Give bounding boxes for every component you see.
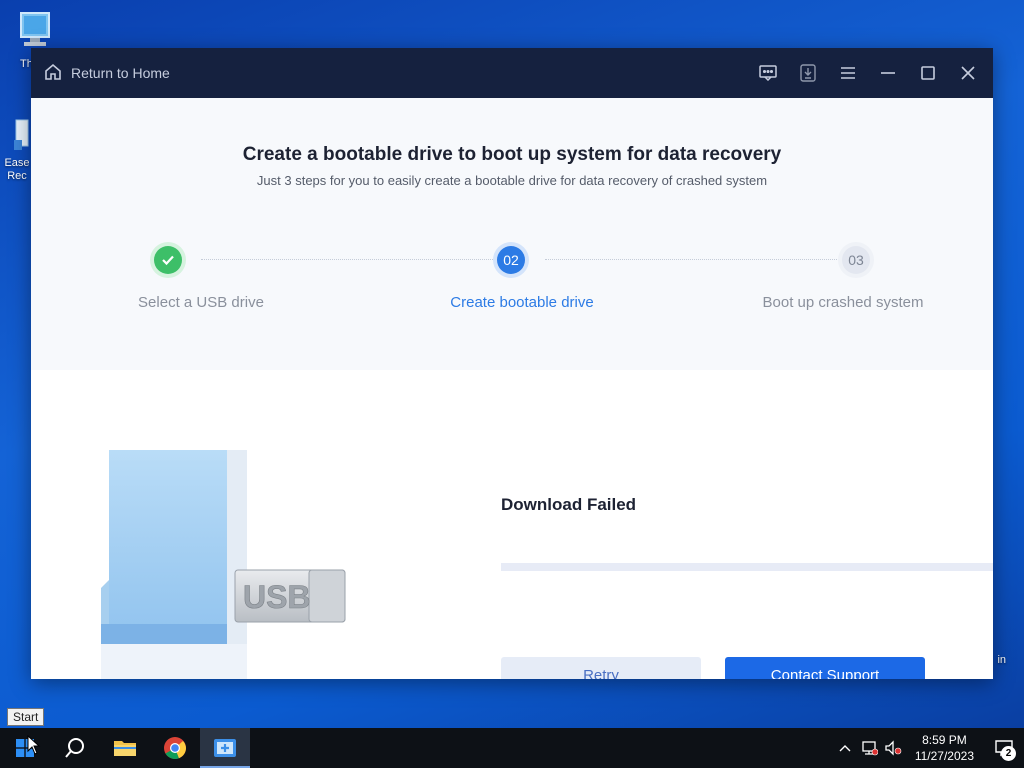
desktop-edge-text: in [997, 654, 1006, 666]
clock-date: 11/27/2023 [914, 749, 974, 763]
search-icon [65, 738, 84, 758]
clock[interactable]: 8:59 PM 11/27/2023 [905, 732, 984, 764]
retry-button[interactable]: Retry [501, 657, 701, 679]
download-progress-bar [501, 563, 993, 571]
download-status-title: Download Failed [501, 495, 637, 514]
return-home-label: Return to Home [71, 65, 170, 81]
minimize-icon[interactable] [879, 64, 897, 82]
wizard-header: Create a bootable drive to boot up syste… [31, 98, 993, 370]
step-2-label: Create bootable drive [450, 294, 594, 311]
step-1-label: Select a USB drive [138, 294, 264, 311]
page-subtitle: Just 3 steps for you to easily create a … [256, 173, 768, 188]
action-center-button[interactable]: 2 [984, 728, 1024, 768]
start-tooltip: Start [7, 708, 45, 726]
chrome-button[interactable] [150, 728, 200, 768]
step-connector [201, 259, 511, 260]
chevron-up-icon[interactable] [835, 728, 855, 768]
system-tray: 8:59 PM 11/27/2023 2 [833, 728, 1024, 768]
page-title: Create a bootable drive to boot up syste… [242, 144, 782, 165]
file-explorer-button[interactable] [100, 728, 150, 768]
volume-muted-icon[interactable] [883, 728, 903, 768]
feedback-icon[interactable] [759, 64, 777, 82]
step-connector [545, 259, 841, 260]
step-1-done-check-icon [154, 246, 182, 274]
app-window: Return to Home Create a bootable drive t… [31, 48, 993, 679]
step-2-number: 02 [497, 246, 525, 274]
folder-icon [114, 741, 136, 756]
maximize-icon[interactable] [919, 64, 937, 82]
download-icon[interactable] [799, 64, 817, 82]
easeus-taskbar-button[interactable] [200, 728, 250, 768]
usb-drive-illustration: USB [101, 450, 346, 679]
chrome-icon [164, 737, 186, 759]
computer-icon [10, 10, 60, 53]
notification-count-badge: 2 [1001, 746, 1016, 761]
return-home-link[interactable]: Return to Home [43, 62, 170, 85]
content-panel: USB Download Failed Retry Contact Suppor… [31, 370, 993, 679]
title-bar: Return to Home [31, 48, 993, 98]
menu-icon[interactable] [839, 64, 857, 82]
network-icon[interactable] [859, 728, 879, 768]
step-indicator: Select a USB drive 02 Create bootable dr… [31, 246, 993, 326]
desktop-icon-label: Ease Rec [4, 157, 30, 182]
home-icon [43, 62, 63, 85]
taskbar: 8:59 PM 11/27/2023 2 [0, 728, 1024, 768]
start-button[interactable] [0, 728, 50, 768]
contact-support-button[interactable]: Contact Support [725, 657, 925, 679]
close-icon[interactable] [959, 64, 977, 82]
clock-time: 8:59 PM [922, 733, 967, 747]
step-3-number: 03 [842, 246, 870, 274]
mouse-cursor-icon [27, 735, 41, 755]
step-3-label: Boot up crashed system [762, 294, 924, 311]
easeus-app-icon [214, 739, 236, 757]
usb-label-text: USB [243, 579, 311, 615]
window-controls [759, 64, 981, 82]
search-button[interactable] [50, 728, 100, 768]
